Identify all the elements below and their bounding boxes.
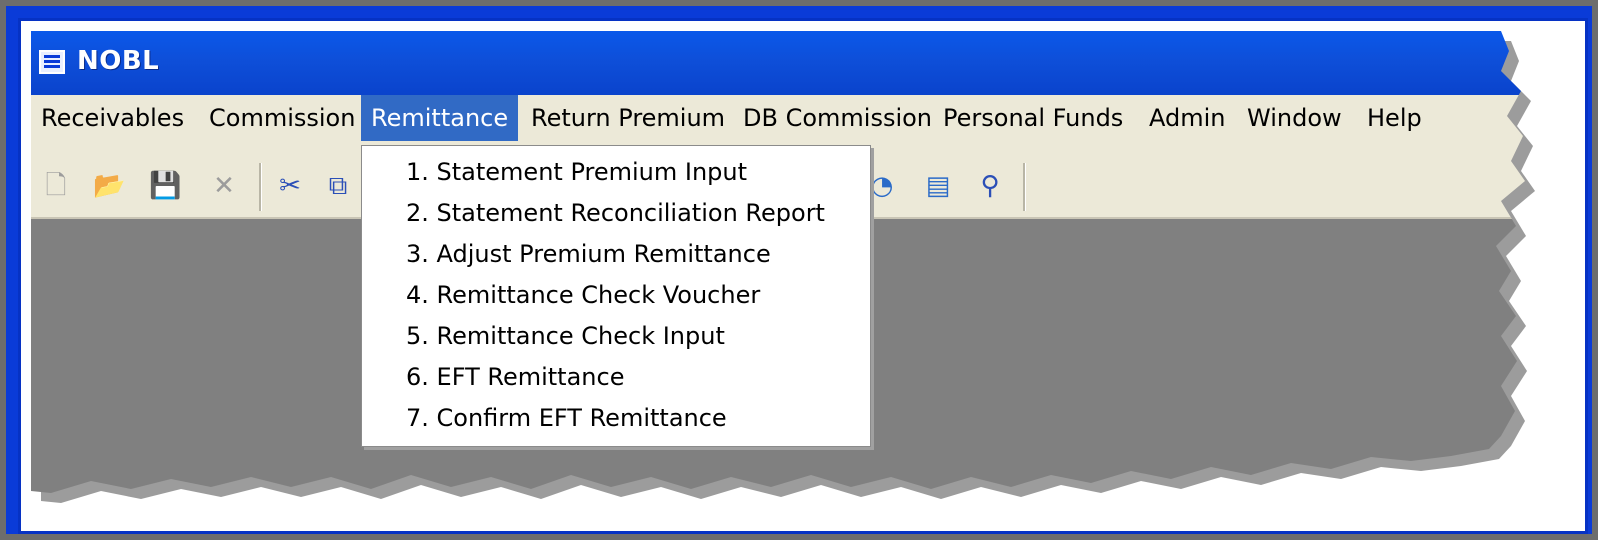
remittance-dropdown-menu: 1. Statement Premium Input 2. Statement … xyxy=(361,145,871,447)
screenshot-frame: NOBL Receivables Commission Remittance R… xyxy=(18,18,1588,534)
menu-remittance[interactable]: Remittance xyxy=(361,95,518,141)
report-icon[interactable]: ▤ xyxy=(923,171,953,201)
toolbar-separator xyxy=(1023,163,1026,211)
find-icon[interactable]: ⚲ xyxy=(975,171,1005,201)
menu-return-premium[interactable]: Return Premium xyxy=(521,95,735,141)
title-bar[interactable]: NOBL xyxy=(31,31,1576,95)
menu-receivables[interactable]: Receivables xyxy=(31,95,194,141)
open-folder-icon[interactable]: 📂 xyxy=(93,171,123,201)
chart-icon[interactable]: ◔ xyxy=(867,171,897,201)
menu-commission[interactable]: Commission xyxy=(199,95,365,141)
window-title: NOBL xyxy=(77,46,160,76)
menu-admin[interactable]: Admin xyxy=(1139,95,1236,141)
menu-item-statement-reconciliation-report[interactable]: 2. Statement Reconciliation Report xyxy=(406,193,825,233)
menu-item-confirm-eft-remittance[interactable]: 7. Confirm EFT Remittance xyxy=(406,398,727,438)
save-icon[interactable]: 💾 xyxy=(149,171,179,201)
outer-frame: NOBL Receivables Commission Remittance R… xyxy=(0,0,1598,540)
copy-icon[interactable]: ⧉ xyxy=(323,171,353,201)
menu-item-remittance-check-input[interactable]: 5. Remittance Check Input xyxy=(406,316,725,356)
menu-item-remittance-check-voucher[interactable]: 4. Remittance Check Voucher xyxy=(406,275,760,315)
menu-window[interactable]: Window xyxy=(1237,95,1352,141)
cut-icon[interactable]: ✂ xyxy=(275,171,305,201)
toolbar-separator xyxy=(259,163,262,211)
menu-db-commission[interactable]: DB Commission xyxy=(733,95,942,141)
menu-help[interactable]: Help xyxy=(1357,95,1432,141)
window-content: NOBL Receivables Commission Remittance R… xyxy=(31,31,1576,531)
new-document-icon[interactable]: 🗋 xyxy=(41,171,71,201)
menu-item-eft-remittance[interactable]: 6. EFT Remittance xyxy=(406,357,624,397)
app-window: NOBL Receivables Commission Remittance R… xyxy=(31,31,1576,531)
menu-item-statement-premium-input[interactable]: 1. Statement Premium Input xyxy=(406,152,747,192)
menu-item-adjust-premium-remittance[interactable]: 3. Adjust Premium Remittance xyxy=(406,234,771,274)
delete-icon[interactable]: ✕ xyxy=(209,171,239,201)
menu-personal-funds[interactable]: Personal Funds xyxy=(933,95,1133,141)
app-window-icon[interactable] xyxy=(39,50,65,74)
